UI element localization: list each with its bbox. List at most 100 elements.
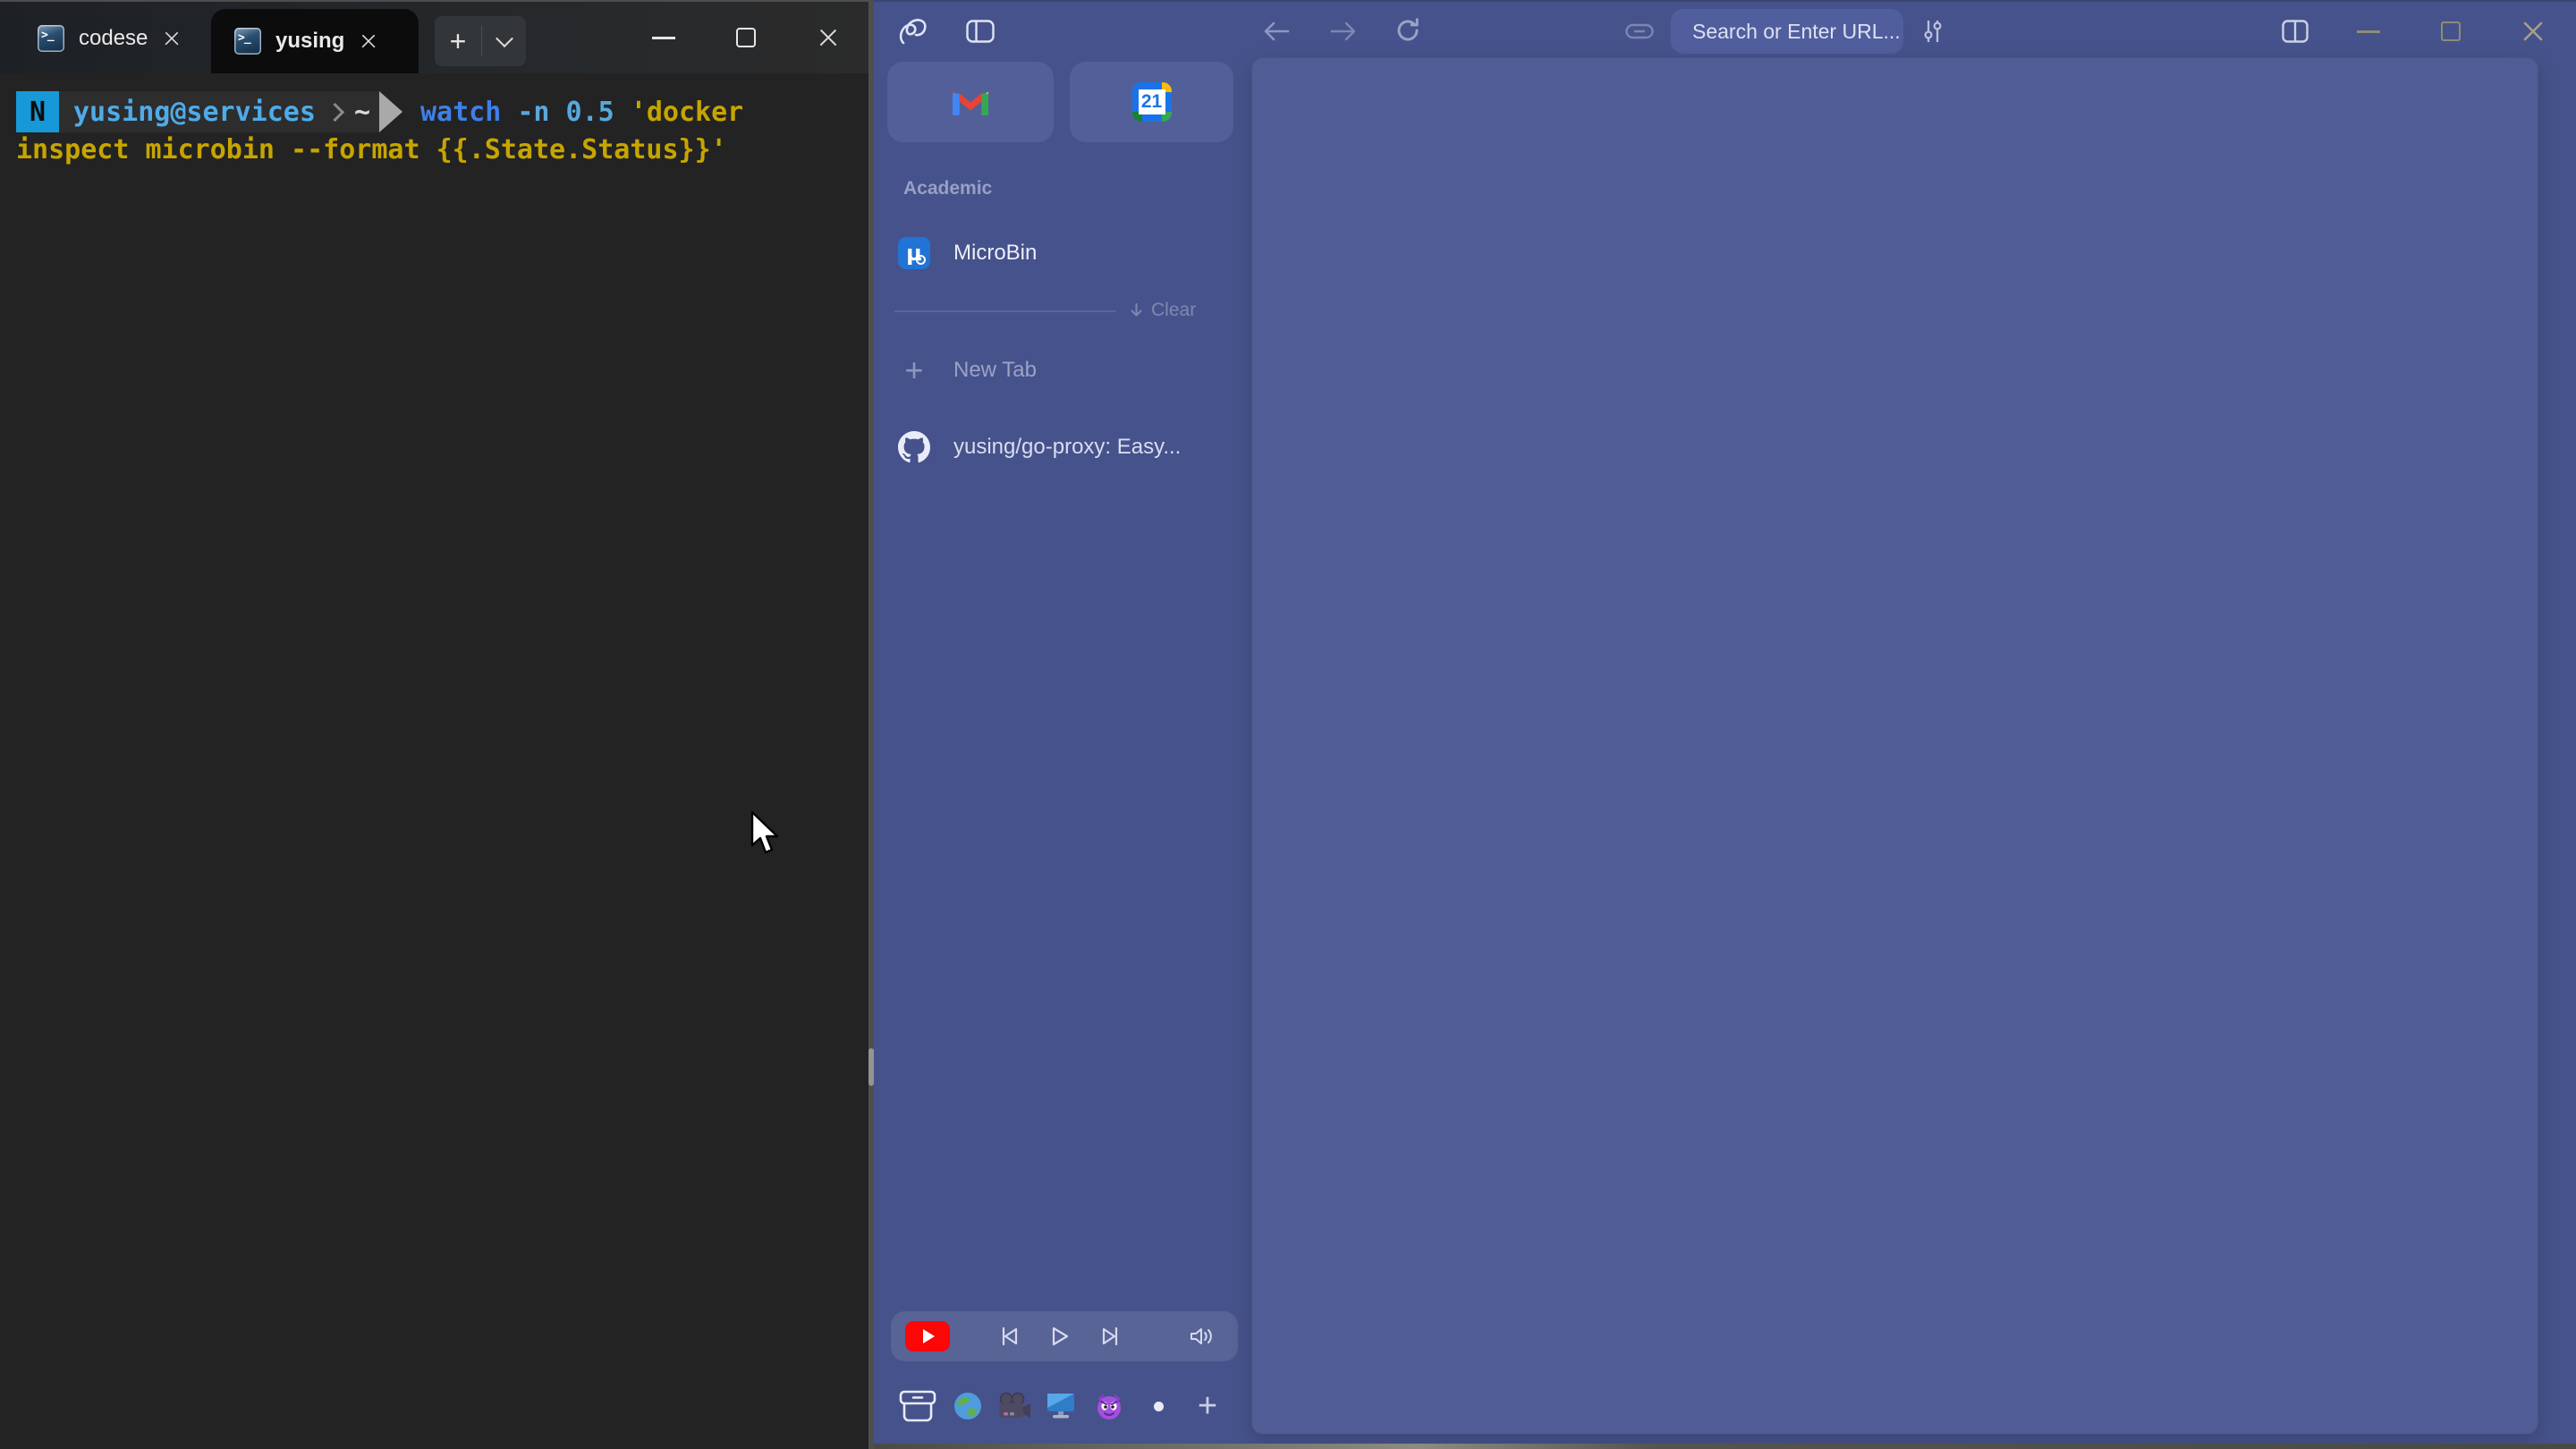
sidebar-toggle-icon [966,20,995,43]
globe-icon [953,1391,983,1421]
microbin-icon: µ [898,237,930,269]
tab-title: yusing/go-proxy: Easy... [953,435,1181,460]
clear-tabs-button[interactable]: Clear [1129,297,1236,324]
zen-logo-icon [897,14,935,48]
sidebar-toggle-button[interactable] [962,13,999,49]
chevron-down-icon [496,30,513,47]
plus-icon: + [1198,1387,1217,1426]
next-icon [1099,1326,1123,1347]
taskbar-edge [874,1444,2576,1449]
web-content-area[interactable] [1252,58,2538,1434]
sidebar-new-tab-button[interactable]: + New Tab [898,352,1037,388]
mute-button[interactable] [1189,1325,1216,1348]
powershell-icon [234,28,261,55]
new-tab-label: New Tab [953,358,1037,383]
terminal-tab-bar: codese yusing + [0,2,869,73]
close-icon [818,28,838,47]
tab-dropdown-button[interactable] [482,35,526,47]
tab-go-proxy[interactable]: yusing/go-proxy: Easy... [898,429,1181,465]
workspace-devil-button[interactable] [1088,1385,1131,1428]
workspace-dot-button[interactable] [1137,1385,1180,1428]
desktop-computer-icon [1045,1392,1077,1420]
powerline-arrow-icon [379,91,402,132]
minimize-icon [652,37,675,39]
dot-icon [1154,1402,1164,1411]
add-workspace-button[interactable]: + [1186,1385,1229,1428]
terminal-tab-label: codese [79,26,148,51]
minimize-button[interactable] [637,11,691,64]
clear-label: Clear [1151,300,1196,321]
next-track-button[interactable] [1099,1326,1123,1347]
gmail-icon [953,89,988,115]
url-placeholder: Search or Enter URL... [1692,20,1901,44]
split-view-icon [2282,20,2309,43]
close-icon [2522,21,2544,42]
screen: codese yusing + N yusing@services [0,0,2576,1449]
sliders-icon [1920,18,1945,45]
terminal-tab-codese[interactable]: codese [16,11,208,66]
page-settings-button[interactable] [1913,12,1953,51]
github-icon [898,431,930,463]
split-view-button[interactable] [2275,13,2316,50]
archive-box-icon [899,1389,936,1423]
terminal-newtab-cluster: + [435,16,526,66]
devil-emoji-icon [1094,1392,1124,1420]
google-calendar-icon: 21 [1132,82,1172,122]
previous-icon [997,1326,1021,1347]
command-line-1: watch -n 0.5 'docker [420,91,743,132]
minimize-button[interactable] [2348,13,2389,50]
command-program: watch [420,97,501,128]
browser-logo-button[interactable] [895,12,936,51]
tab-title: MicroBin [953,241,1037,266]
terminal-window[interactable]: codese yusing + N yusing@services [0,0,869,1449]
workspace-media-button[interactable] [993,1385,1036,1428]
forward-button[interactable] [1324,13,1363,50]
command-string: 'docker [631,97,743,128]
volume-icon [1189,1325,1216,1348]
tab-microbin[interactable]: µ MicroBin [898,234,1037,272]
back-arrow-icon [1262,20,1291,43]
prompt-cwd: ~ [354,97,370,128]
workspace-globe-button[interactable] [946,1385,989,1428]
maximize-button[interactable] [2430,13,2471,50]
plus-icon: + [898,352,930,389]
maximize-icon [736,28,756,47]
divider [894,310,1116,312]
close-button[interactable] [2512,13,2554,50]
previous-track-button[interactable] [997,1326,1021,1347]
chevron-right-icon [326,102,344,121]
minimize-icon [2357,30,2380,33]
essential-tab-calendar[interactable]: 21 [1070,62,1233,142]
youtube-icon[interactable] [905,1321,950,1352]
media-player [891,1311,1238,1361]
back-button[interactable] [1257,13,1296,50]
play-icon [1049,1326,1071,1347]
prompt-user-host: yusing@services [73,97,316,128]
essential-tab-gmail[interactable] [887,62,1054,142]
maximize-button[interactable] [719,11,773,64]
movie-camera-icon [997,1392,1031,1420]
terminal-prompt: N yusing@services ~ watch -n 0.5 'docker [16,91,743,132]
close-tab-icon[interactable] [165,30,181,47]
terminal-tab-label: yusing [275,29,344,54]
workspace-label: Academic [903,178,992,199]
new-tab-button[interactable]: + [435,25,481,58]
arrow-down-icon [1129,302,1144,319]
play-button[interactable] [1049,1326,1071,1347]
close-button[interactable] [801,11,855,64]
reload-icon [1394,16,1422,45]
reload-button[interactable] [1388,11,1428,50]
calendar-date: 21 [1139,89,1165,114]
workspace-desktop-button[interactable] [1039,1385,1082,1428]
forward-arrow-icon [1329,20,1358,43]
copy-link-button[interactable] [1620,15,1659,47]
prompt-segment: yusing@services ~ [59,91,379,132]
terminal-tab-yusing[interactable]: yusing [211,9,419,73]
link-icon [1625,21,1654,41]
close-tab-icon[interactable] [361,33,377,49]
command-options: -n 0.5 [501,97,631,128]
maximize-icon [2441,21,2461,41]
command-line-2: inspect microbin --format {{.State.Statu… [16,134,727,165]
url-bar[interactable]: Search or Enter URL... [1671,9,1903,54]
workspace-archive-button[interactable] [896,1385,939,1428]
